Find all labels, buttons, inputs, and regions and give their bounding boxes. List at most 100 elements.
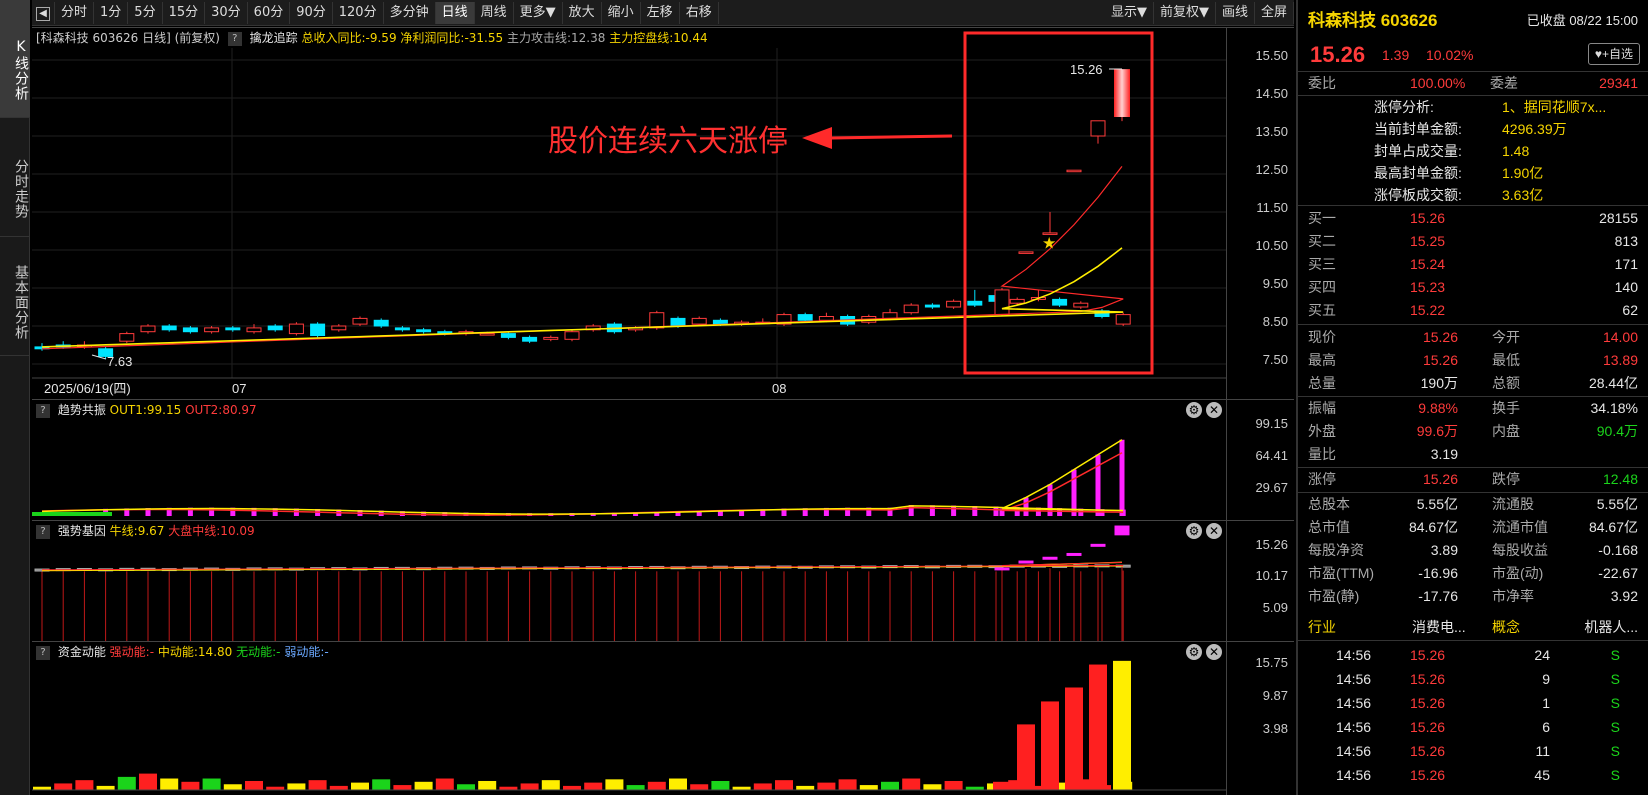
candle-body — [564, 331, 580, 340]
weicha-value: 29341 — [1599, 75, 1638, 91]
candle-body — [373, 319, 389, 327]
period-button[interactable]: 更多▼ — [514, 1, 563, 24]
period-buttons: 分时 1分 5分 15分 30分 60分 90分 120分 多分钟 日线 周线 更多▼ 放大 缩小 左移 右移 — [55, 1, 719, 24]
tick-volume: 11 — [1535, 743, 1550, 759]
bid-row[interactable]: 买四 15.23 140 — [1298, 276, 1648, 299]
quote-panel: 科森科技 603626 已收盘 08/22 15:00 15.26 1.39 1… — [1296, 0, 1648, 795]
collapse-icon[interactable]: ◀ — [32, 1, 55, 24]
concept-value[interactable]: 机器人... — [1584, 616, 1638, 639]
bid-row[interactable]: 买五 15.22 62 — [1298, 299, 1648, 322]
stat-value: 12.48 — [1602, 471, 1638, 487]
fund-bar — [944, 780, 963, 790]
tab-intraday[interactable]: 分时走势 — [0, 119, 30, 237]
period-button[interactable]: 90分 — [290, 1, 333, 24]
view-button[interactable]: 画线 — [1216, 1, 1255, 24]
stat-value: 84.67亿 — [1588, 519, 1638, 535]
tick-row: 14:56 15.26 6 S — [1298, 715, 1648, 739]
stat-row: 最高 15.26 最低 13.89 — [1298, 349, 1648, 372]
candle-body — [649, 312, 665, 329]
tick-volume: 1 — [1542, 695, 1550, 711]
tab-fundamentals[interactable]: 基本面分析 — [0, 238, 30, 356]
axis-tick-label: 5.09 — [1262, 600, 1288, 615]
fund-bar — [435, 778, 454, 790]
limit-info-row: 封单占成交量: 1.48 — [1298, 140, 1648, 162]
period-button[interactable]: 15分 — [163, 1, 206, 24]
bid-label: 买五 — [1308, 302, 1336, 318]
candle-body — [331, 325, 347, 331]
fund-bar — [993, 781, 1011, 790]
period-button[interactable]: 右移 — [680, 1, 719, 24]
period-button[interactable]: 日线 — [435, 1, 475, 24]
tick-time: 14:56 — [1336, 671, 1372, 687]
fund-bar — [287, 783, 306, 790]
axis-tick-label: 99.15 — [1255, 416, 1288, 431]
stat-row: 涨停 15.26 跌停 12.48 — [1298, 468, 1648, 491]
side-tabs: K线分析 分时走势 基本面分析 — [0, 0, 30, 795]
candle-body — [1018, 251, 1034, 254]
fund-pane[interactable]: ? 资金动能 强动能:- 中动能:14.80 无动能:- 弱动能:- ⚙ ✕ 1… — [32, 641, 1294, 795]
limit-info-label: 最高封单金额: — [1374, 165, 1462, 181]
period-button[interactable]: 120分 — [333, 1, 384, 24]
period-button[interactable]: 多分钟 — [384, 1, 436, 24]
stat-label: 最高 — [1308, 352, 1336, 368]
stat-label: 总股本 — [1308, 496, 1350, 512]
strong-canvas — [34, 525, 1131, 642]
bid-label: 买四 — [1308, 279, 1336, 295]
star-icon: ★ — [1042, 235, 1056, 252]
stat-value: 14.00 — [1602, 329, 1638, 345]
watch-label: +自选 — [1601, 47, 1633, 61]
weicha-label: 委差 — [1490, 75, 1518, 91]
tick-volume: 24 — [1534, 647, 1550, 663]
tick-row: 14:56 15.26 1 S — [1298, 691, 1648, 715]
stat-label: 涨停 — [1308, 471, 1336, 487]
period-button[interactable]: 60分 — [248, 1, 291, 24]
tick-side: S — [1610, 647, 1620, 663]
tick-row: 14:56 15.26 9 S — [1298, 667, 1648, 691]
annotation-arrow-line — [831, 134, 953, 140]
period-button[interactable]: 放大 — [563, 1, 602, 24]
candle-body — [946, 300, 962, 308]
industry-value[interactable]: 消费电... — [1412, 616, 1466, 639]
trend-pane[interactable]: ? 趋势共振 OUT1:99.15 OUT2:80.97 ⚙ ✕ 99.15 64… — [32, 399, 1294, 520]
stat-row: 市盈(静) -17.76 市净率 3.92 — [1298, 585, 1648, 608]
candle-body — [818, 316, 834, 321]
bid-volume: 813 — [1614, 233, 1638, 249]
stat-label: 流通股 — [1492, 496, 1534, 512]
fund-bar — [117, 776, 136, 790]
period-button[interactable]: 分时 — [55, 1, 95, 24]
kline-pane[interactable]: [科森科技 603626 日线] (前复权) ? 擒龙追踪 总收入同比:-9.5… — [32, 27, 1294, 399]
candle-body — [712, 319, 728, 325]
fund-bar — [223, 784, 242, 790]
view-button[interactable]: 全屏 — [1255, 1, 1294, 24]
period-button[interactable]: 缩小 — [602, 1, 641, 24]
view-button[interactable]: 前复权▼ — [1154, 1, 1216, 24]
fund-bar — [1089, 664, 1107, 790]
price-axis: 15.50 14.50 13.50 12.50 11.50 10.50 9.50 8.50 7.… — [1226, 28, 1294, 399]
stat-value: -22.67 — [1598, 565, 1638, 581]
candle-body — [1066, 169, 1082, 173]
tick-price: 15.26 — [1410, 671, 1446, 687]
period-button[interactable]: 5分 — [128, 1, 163, 24]
bid-row[interactable]: 买三 15.24 171 — [1298, 253, 1648, 276]
candle-body — [267, 325, 283, 331]
stat-label: 换手 — [1492, 400, 1520, 416]
bid-volume: 28155 — [1599, 210, 1638, 226]
bid-row[interactable]: 买二 15.25 813 — [1298, 230, 1648, 253]
period-button[interactable]: 左移 — [641, 1, 680, 24]
stat-label: 内盘 — [1492, 423, 1520, 439]
view-button[interactable]: 显示▼ — [1105, 1, 1154, 24]
candle-body — [225, 327, 241, 331]
tick-price: 15.26 — [1410, 743, 1446, 759]
concept-label: 概念 — [1492, 619, 1520, 635]
add-watchlist-button[interactable]: ♥+自选 — [1587, 43, 1640, 65]
strong-bar — [1114, 525, 1130, 536]
period-button[interactable]: 30分 — [205, 1, 248, 24]
period-button[interactable]: 1分 — [94, 1, 129, 24]
bid-row[interactable]: 买一 15.26 28155 — [1298, 207, 1648, 230]
strong-bar — [1090, 543, 1106, 547]
limit-info-label: 当前封单金额: — [1374, 121, 1462, 137]
tab-kline-analysis[interactable]: K线分析 — [0, 0, 30, 118]
strong-pane[interactable]: ? 强势基因 牛线:9.67 大盘中线:10.09 ⚙ ✕ 15.26 10.17… — [32, 520, 1294, 642]
period-button[interactable]: 周线 — [475, 1, 514, 24]
candle-body — [119, 333, 135, 342]
